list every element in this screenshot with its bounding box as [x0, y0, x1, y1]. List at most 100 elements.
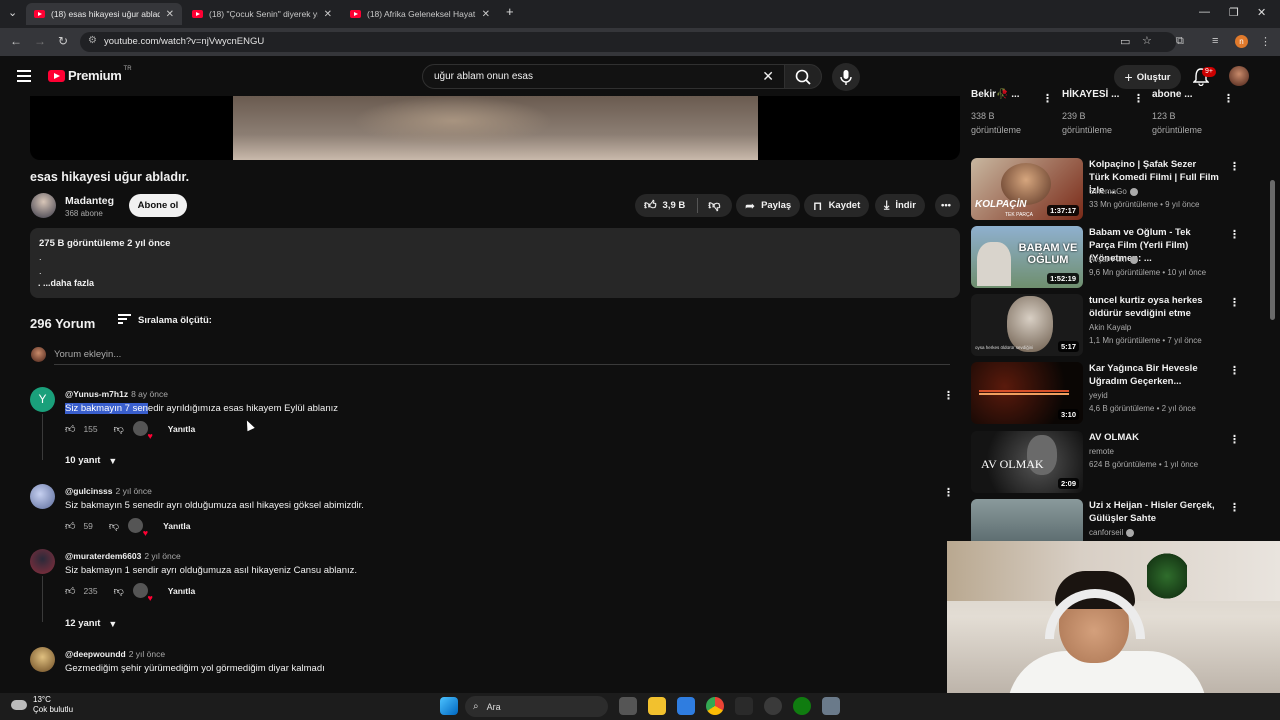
new-tab-button[interactable]: +: [506, 4, 514, 19]
sidebar-partial-item[interactable]: Bekir🥀 ... 338 B görüntüleme: [971, 88, 1021, 137]
taskbar-search[interactable]: ⌕ Ara: [465, 696, 608, 717]
sidebar-item-menu-icon[interactable]: ⋮: [1229, 160, 1240, 173]
sidebar-video-title[interactable]: Uzi x Heijan - Hisler Gerçek, Gülüşler S…: [1089, 499, 1219, 525]
sidebar-video-item[interactable]: BABAM VE OĞLUM 1:52:19 Babam ve Oğlum - …: [971, 226, 1246, 288]
comment-avatar[interactable]: [30, 647, 55, 672]
video-thumbnail[interactable]: oysa herkes öldürür sevdiğini 5:17: [971, 294, 1083, 356]
add-comment-input[interactable]: Yorum ekleyin...: [54, 349, 121, 360]
sidebar-channel[interactable]: Akin Kayalp: [1089, 323, 1131, 332]
reload-icon[interactable]: ↻: [58, 34, 68, 48]
store-icon[interactable]: [677, 697, 695, 715]
comment-time[interactable]: 8 ay önce: [131, 389, 168, 399]
channel-name[interactable]: Madanteg: [65, 195, 114, 207]
share-button[interactable]: ➦ Paylaş: [736, 194, 801, 217]
like-icon[interactable]: 👍︎: [65, 585, 75, 597]
omnibox[interactable]: ⚙ youtube.com/watch?v=njVwycnENGU ▭ ☆: [80, 32, 1176, 52]
sidebar-channel[interactable]: canforseil: [1089, 528, 1135, 537]
create-button[interactable]: + Oluştur: [1114, 65, 1181, 89]
app-taskbar-icon[interactable]: [735, 697, 753, 715]
bookmark-star-icon[interactable]: ☆: [1142, 34, 1152, 47]
weather-widget[interactable]: 13°C Çok bulutlu: [11, 695, 73, 715]
like-icon[interactable]: 👍︎: [65, 423, 75, 435]
comment-menu-icon[interactable]: ⋮: [943, 486, 954, 499]
author-handle[interactable]: @gulcinsss: [65, 486, 113, 496]
chrome-taskbar-icon[interactable]: [706, 697, 724, 715]
sort-button[interactable]: Sıralama ölçütü:: [118, 314, 212, 326]
reading-list-icon[interactable]: ≡: [1212, 35, 1218, 47]
like-icon[interactable]: 👍︎: [644, 198, 657, 213]
windows-start-icon[interactable]: [440, 697, 458, 715]
show-replies-button[interactable]: 12 yanıt ▼: [65, 618, 117, 629]
author-handle[interactable]: @deepwoundd: [65, 649, 126, 659]
close-tab-icon[interactable]: ✕: [166, 9, 174, 20]
sidebar-video-title[interactable]: AV OLMAK: [1089, 431, 1219, 444]
reply-button[interactable]: Yanıtla: [168, 424, 195, 434]
sidebar-partial-item[interactable]: HİKAYESİ ... 239 B görüntüleme: [1062, 88, 1119, 137]
sidebar-video-item[interactable]: AV OLMAK 2:09 AV OLMAK remote 624 B görü…: [971, 431, 1246, 493]
video-player[interactable]: [30, 96, 960, 160]
extensions-icon[interactable]: ⧉: [1176, 35, 1184, 48]
video-thumbnail[interactable]: BABAM VE OĞLUM 1:52:19: [971, 226, 1083, 288]
close-tab-icon[interactable]: ✕: [482, 9, 490, 20]
comment-author[interactable]: @gulcinsss 2 yıl önce: [65, 486, 152, 496]
browser-tab-2[interactable]: (18) "Çocuk Senin" diyerek yılla ✕: [184, 3, 340, 25]
page-scrollbar[interactable]: [1270, 180, 1275, 320]
sidebar-channel[interactable]: SinemaGo: [1089, 187, 1138, 196]
reply-button[interactable]: Yanıtla: [163, 521, 190, 531]
sidebar-item-menu-icon[interactable]: ⋮: [1042, 92, 1053, 105]
author-handle[interactable]: @Yunus-m7h1z: [65, 389, 128, 399]
save-button[interactable]: ⊓ Kaydet: [804, 194, 870, 217]
download-button[interactable]: ⤓ İndir: [875, 194, 925, 217]
description-box[interactable]: 275 B görüntüleme 2 yıl önce . . . ...da…: [30, 228, 960, 298]
like-count[interactable]: 3,9 B: [663, 200, 686, 211]
xbox-icon[interactable]: [793, 697, 811, 715]
dislike-icon[interactable]: 👎︎: [109, 520, 119, 532]
author-handle[interactable]: @muraterdem6603: [65, 551, 141, 561]
show-more-link[interactable]: . ...daha fazla: [38, 278, 94, 288]
close-tab-icon[interactable]: ✕: [324, 9, 332, 20]
comment-avatar[interactable]: [30, 549, 55, 574]
profile-avatar[interactable]: n: [1235, 35, 1248, 48]
comment-time[interactable]: 2 yıl önce: [144, 551, 180, 561]
comment-avatar[interactable]: [30, 484, 55, 509]
menu-icon[interactable]: [17, 70, 31, 85]
sidebar-item-menu-icon[interactable]: ⋮: [1229, 296, 1240, 309]
sidebar-item-menu-icon[interactable]: ⋮: [1223, 92, 1234, 105]
channel-label[interactable]: canforseil: [1089, 528, 1123, 537]
search-button[interactable]: [784, 64, 822, 89]
dislike-icon[interactable]: 👎︎: [708, 198, 720, 213]
minimize-icon[interactable]: —: [1199, 6, 1210, 18]
subscribe-button[interactable]: Abone ol: [129, 194, 187, 217]
sidebar-channel[interactable]: remote: [1089, 447, 1114, 456]
channel-label[interactable]: Avşar Film: [1089, 255, 1127, 264]
sidebar-item-menu-icon[interactable]: ⋮: [1229, 228, 1240, 241]
close-window-icon[interactable]: ✕: [1257, 6, 1266, 19]
sidebar-video-item[interactable]: KOLPAÇİN TEK PARÇA 1:37:17 Kolpaçino | Ş…: [971, 158, 1246, 220]
more-actions-button[interactable]: •••: [935, 194, 960, 217]
sidebar-channel[interactable]: Avşar Film: [1089, 255, 1138, 264]
comment-author[interactable]: @muraterdem6603 2 yıl önce: [65, 551, 181, 561]
comment-time[interactable]: 2 yıl önce: [116, 486, 152, 496]
sidebar-video-item[interactable]: 3:10 Kar Yağınca Bir Hevesle Uğradım Geç…: [971, 362, 1246, 424]
comment-menu-icon[interactable]: ⋮: [943, 389, 954, 402]
account-avatar[interactable]: [1229, 66, 1249, 86]
channel-avatar[interactable]: [31, 193, 56, 218]
sidebar-partial-item[interactable]: abone ... 123 B görüntüleme: [1152, 88, 1202, 137]
chrome-menu-icon[interactable]: ⋮: [1260, 35, 1271, 48]
restore-icon[interactable]: ❐: [1229, 6, 1239, 19]
comment-time[interactable]: 2 yıl önce: [129, 649, 165, 659]
sidebar-item-menu-icon[interactable]: ⋮: [1229, 501, 1240, 514]
cast-icon[interactable]: ▭: [1120, 35, 1130, 48]
forward-icon[interactable]: →: [34, 34, 46, 48]
search-input[interactable]: uğur ablam onun esas ✕: [422, 64, 785, 89]
video-thumbnail[interactable]: 3:10: [971, 362, 1083, 424]
video-thumbnail[interactable]: [971, 499, 1083, 541]
dislike-icon[interactable]: 👎︎: [114, 585, 124, 597]
file-explorer-icon[interactable]: [648, 697, 666, 715]
channel-label[interactable]: SinemaGo: [1089, 187, 1127, 196]
back-icon[interactable]: ←: [10, 34, 22, 48]
comment-author[interactable]: @deepwoundd 2 yıl önce: [65, 649, 165, 659]
reply-button[interactable]: Yanıtla: [168, 586, 195, 596]
settings-icon[interactable]: [822, 697, 840, 715]
voice-search-button[interactable]: [832, 63, 860, 91]
